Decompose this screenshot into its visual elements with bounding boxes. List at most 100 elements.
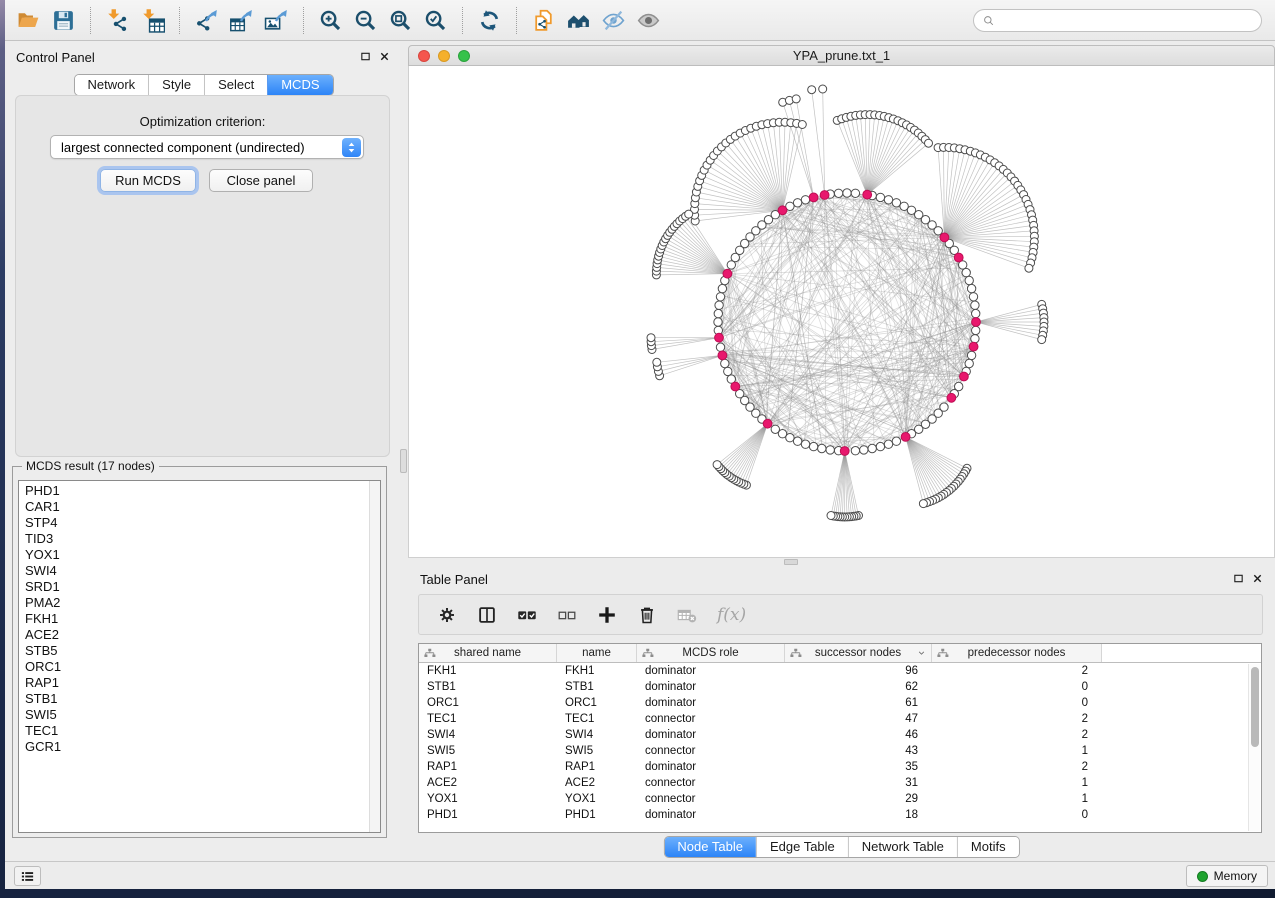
cell-name[interactable]: ORC1	[557, 697, 637, 709]
mcds-result-item[interactable]: TEC1	[25, 723, 380, 739]
cell-predecessor-nodes[interactable]: 0	[932, 697, 1102, 709]
cell-successor-nodes[interactable]: 18	[785, 809, 932, 821]
cell-name[interactable]: ACE2	[557, 777, 637, 789]
import-table-button[interactable]	[135, 5, 170, 36]
tab-select[interactable]: Select	[204, 75, 267, 95]
column-header-successor-nodes[interactable]: successor nodes	[785, 644, 932, 662]
cell-successor-nodes[interactable]: 61	[785, 697, 932, 709]
save-session-button[interactable]	[46, 5, 81, 36]
cell-predecessor-nodes[interactable]: 0	[932, 681, 1102, 693]
tab-style[interactable]: Style	[148, 75, 204, 95]
toggle-columns-button[interactable]	[475, 603, 499, 627]
cell-name[interactable]: SWI4	[557, 729, 637, 741]
cell-mcds-role[interactable]: connector	[637, 793, 785, 805]
cell-name[interactable]: TEC1	[557, 713, 637, 725]
float-panel-icon[interactable]	[360, 51, 371, 62]
cell-mcds-role[interactable]: dominator	[637, 697, 785, 709]
table-row[interactable]: RAP1RAP1dominator352	[419, 759, 1261, 775]
zoom-in-button[interactable]	[313, 5, 348, 36]
cell-shared-name[interactable]: FKH1	[419, 665, 557, 677]
mcds-result-item[interactable]: FKH1	[25, 611, 380, 627]
export-table-button[interactable]	[224, 5, 259, 36]
list-scrollbar[interactable]	[369, 481, 380, 832]
export-network-button[interactable]	[189, 5, 224, 36]
run-mcds-button[interactable]: Run MCDS	[100, 169, 196, 192]
column-header-predecessor-nodes[interactable]: predecessor nodes	[932, 644, 1102, 662]
cell-shared-name[interactable]: PHD1	[419, 809, 557, 821]
tab-node-table[interactable]: Node Table	[664, 837, 756, 857]
cell-name[interactable]: RAP1	[557, 761, 637, 773]
mcds-result-item[interactable]: RAP1	[25, 675, 380, 691]
table-mode-gear-button[interactable]	[435, 603, 459, 627]
table-row[interactable]: STB1STB1dominator620	[419, 679, 1261, 695]
table-row[interactable]: YOX1YOX1connector291	[419, 791, 1261, 807]
mcds-result-item[interactable]: TID3	[25, 531, 380, 547]
search-input[interactable]	[1001, 12, 1253, 30]
cell-shared-name[interactable]: ORC1	[419, 697, 557, 709]
refresh-layout-button[interactable]	[472, 5, 507, 36]
show-all-button[interactable]	[631, 5, 666, 36]
cell-mcds-role[interactable]: connector	[637, 713, 785, 725]
cell-predecessor-nodes[interactable]: 2	[932, 729, 1102, 741]
close-panel-icon[interactable]	[379, 51, 390, 62]
mcds-result-item[interactable]: YOX1	[25, 547, 380, 563]
mcds-result-item[interactable]: ACE2	[25, 627, 380, 643]
cell-successor-nodes[interactable]: 29	[785, 793, 932, 805]
first-neighbors-button[interactable]	[561, 5, 596, 36]
cell-mcds-role[interactable]: dominator	[637, 665, 785, 677]
tab-motifs[interactable]: Motifs	[957, 837, 1019, 857]
cell-successor-nodes[interactable]: 35	[785, 761, 932, 773]
network-nodes[interactable]	[647, 85, 1048, 521]
cell-predecessor-nodes[interactable]: 1	[932, 777, 1102, 789]
cell-shared-name[interactable]: TEC1	[419, 713, 557, 725]
cell-mcds-role[interactable]: dominator	[637, 809, 785, 821]
table-row[interactable]: SWI4SWI4dominator462	[419, 727, 1261, 743]
cell-successor-nodes[interactable]: 96	[785, 665, 932, 677]
zoom-out-button[interactable]	[348, 5, 383, 36]
criterion-dropdown[interactable]: largest connected component (undirected)	[50, 135, 364, 159]
cell-predecessor-nodes[interactable]: 2	[932, 713, 1102, 725]
column-header-shared-name[interactable]: shared name	[419, 644, 557, 662]
cell-shared-name[interactable]: SWI4	[419, 729, 557, 741]
tab-mcds[interactable]: MCDS	[267, 75, 332, 95]
cell-name[interactable]: FKH1	[557, 665, 637, 677]
table-scrollbar[interactable]	[1248, 664, 1260, 831]
cell-predecessor-nodes[interactable]: 0	[932, 809, 1102, 821]
close-panel-icon[interactable]	[1252, 573, 1263, 584]
deselect-all-button[interactable]	[555, 603, 579, 627]
cell-shared-name[interactable]: ACE2	[419, 777, 557, 789]
horizontal-splitter[interactable]	[408, 558, 1275, 566]
export-image-button[interactable]	[259, 5, 294, 36]
delete-column-button[interactable]	[635, 603, 659, 627]
create-column-button[interactable]	[595, 603, 619, 627]
memory-button[interactable]: Memory	[1186, 865, 1268, 887]
cell-name[interactable]: SWI5	[557, 745, 637, 757]
mcds-result-item[interactable]: SWI4	[25, 563, 380, 579]
table-row[interactable]: ACE2ACE2connector311	[419, 775, 1261, 791]
vertical-splitter[interactable]	[400, 41, 408, 861]
column-header-name[interactable]: name	[557, 644, 637, 662]
table-row[interactable]: ORC1ORC1dominator610	[419, 695, 1261, 711]
cell-successor-nodes[interactable]: 31	[785, 777, 932, 789]
cell-name[interactable]: YOX1	[557, 793, 637, 805]
show-panels-button[interactable]	[14, 866, 41, 886]
mcds-result-item[interactable]: GCR1	[25, 739, 380, 755]
cell-predecessor-nodes[interactable]: 2	[932, 761, 1102, 773]
network-canvas[interactable]	[409, 66, 1274, 556]
mcds-result-item[interactable]: STP4	[25, 515, 380, 531]
search-box[interactable]	[973, 9, 1262, 32]
tab-network-table[interactable]: Network Table	[848, 837, 957, 857]
import-network-button[interactable]	[100, 5, 135, 36]
cell-predecessor-nodes[interactable]: 1	[932, 745, 1102, 757]
scrollbar-thumb[interactable]	[1251, 667, 1259, 747]
cell-predecessor-nodes[interactable]: 2	[932, 665, 1102, 677]
float-panel-icon[interactable]	[1233, 573, 1244, 584]
open-file-button[interactable]	[11, 5, 46, 36]
mcds-result-list[interactable]: PHD1CAR1STP4TID3YOX1SWI4SRD1PMA2FKH1ACE2…	[18, 480, 381, 833]
cell-successor-nodes[interactable]: 62	[785, 681, 932, 693]
tab-edge-table[interactable]: Edge Table	[756, 837, 848, 857]
mcds-result-item[interactable]: CAR1	[25, 499, 380, 515]
cell-predecessor-nodes[interactable]: 1	[932, 793, 1102, 805]
table-row[interactable]: SWI5SWI5connector431	[419, 743, 1261, 759]
cell-mcds-role[interactable]: dominator	[637, 761, 785, 773]
